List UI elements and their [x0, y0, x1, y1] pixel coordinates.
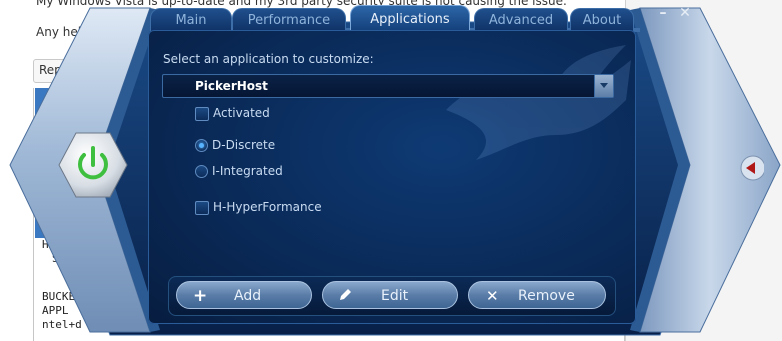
hyperformance-checkbox[interactable] [195, 201, 209, 215]
collapse-button[interactable] [738, 153, 764, 183]
remove-button[interactable]: ✕ Remove [468, 281, 606, 309]
remove-label: Remove [518, 288, 575, 304]
add-button[interactable]: + Add [176, 281, 312, 309]
select-app-prompt: Select an application to customize: [163, 52, 374, 66]
integrated-radio[interactable] [195, 165, 208, 178]
edit-label: Edit [381, 288, 409, 304]
minimize-button[interactable]: – [654, 5, 672, 21]
discrete-radio[interactable] [195, 139, 208, 152]
activated-label: Activated [213, 106, 270, 120]
integrated-label: I-Integrated [212, 164, 283, 178]
selected-application: PickerHost [195, 79, 268, 93]
power-button[interactable] [58, 131, 128, 199]
close-button[interactable]: ✕ [676, 5, 694, 21]
hyperformance-label: H-HyperFormance [213, 200, 322, 214]
chevron-down-icon[interactable] [594, 75, 613, 97]
pencil-icon [337, 287, 353, 308]
activated-checkbox[interactable] [195, 107, 209, 121]
application-select[interactable]: PickerHost [162, 74, 614, 98]
discrete-label: D-Discrete [212, 138, 276, 152]
plus-icon: + [193, 286, 208, 306]
dragon-watermark-icon [446, 45, 631, 160]
x-icon: ✕ [486, 287, 499, 305]
gpu-switch-app: Main Performance Applications Advanced A… [0, 0, 782, 341]
edit-button[interactable]: Edit [322, 281, 458, 309]
add-label: Add [234, 288, 262, 304]
